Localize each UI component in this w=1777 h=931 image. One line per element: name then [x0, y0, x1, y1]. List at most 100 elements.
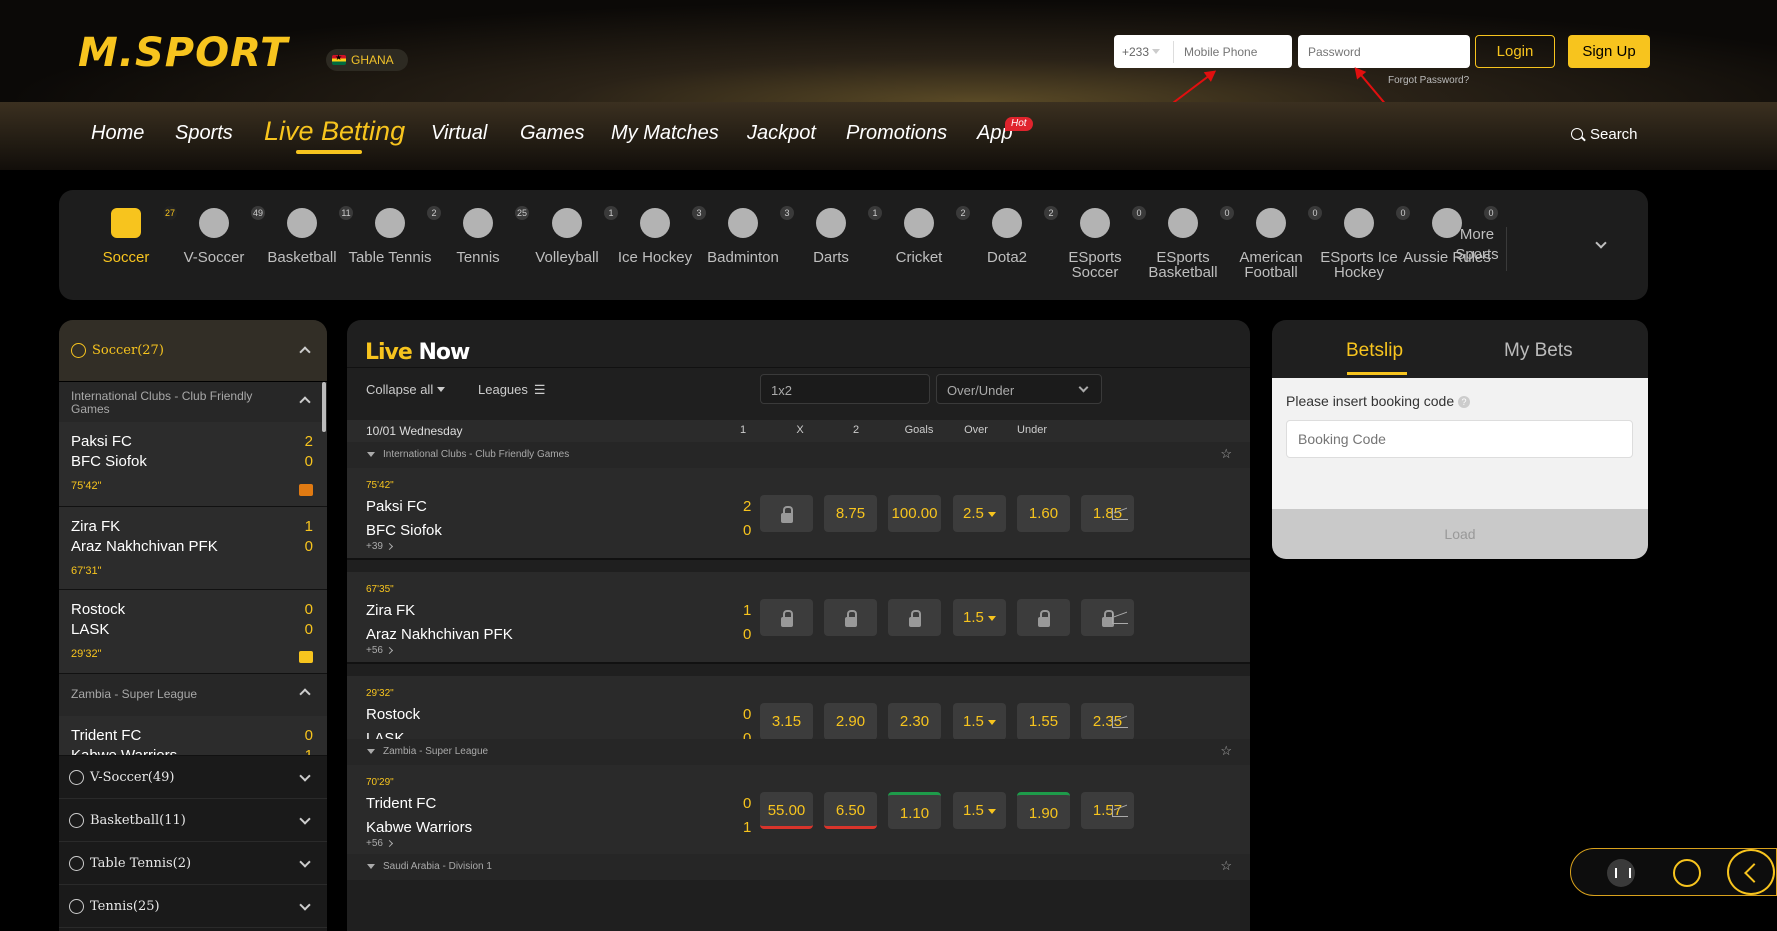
- sidebar-category-table-tennis[interactable]: Table Tennis(2): [59, 842, 327, 885]
- match-row[interactable]: 70'29" Trident FC Kabwe Warriors 0 1 +56 55.00…: [347, 765, 1250, 857]
- odds-button-over[interactable]: 1.60: [1017, 495, 1070, 532]
- sidebar-category-basketball[interactable]: Basketball(11): [59, 799, 327, 842]
- sport-tab-v-soccer[interactable]: 49 V-Soccer: [170, 206, 265, 265]
- nav-my-matches[interactable]: My Matches: [611, 122, 719, 145]
- stats-icon[interactable]: [1607, 859, 1635, 887]
- sport-tab-cricket[interactable]: 2 Cricket: [875, 206, 970, 265]
- market-select-1x2[interactable]: 1x2: [760, 374, 930, 404]
- sport-tab-esports-basketball[interactable]: 0 ESports Basketball: [1139, 206, 1234, 280]
- sport-tab-badminton[interactable]: 3 Badminton: [699, 206, 794, 265]
- signup-button[interactable]: Sign Up: [1568, 35, 1650, 68]
- locked-odds-button[interactable]: [760, 599, 813, 636]
- sport-tab-ice-hockey[interactable]: 3 Ice Hockey: [611, 206, 706, 265]
- sport-tab-volleyball[interactable]: 1 Volleyball: [523, 206, 618, 265]
- locked-odds-button[interactable]: [888, 599, 941, 636]
- locked-odds-button[interactable]: [760, 495, 813, 532]
- password-input[interactable]: [1298, 44, 1458, 59]
- more-markets-link[interactable]: +56: [366, 838, 394, 849]
- booking-code-input[interactable]: [1286, 420, 1633, 458]
- stats-chart-icon[interactable]: [1112, 612, 1128, 624]
- sport-tab-american-football[interactable]: 0 American Football: [1227, 206, 1322, 280]
- goals-line-select[interactable]: 2.5: [953, 495, 1006, 532]
- match-row[interactable]: 75'42" Paksi FC BFC Siofok 2 0 +39 8.75 100.00 2…: [347, 468, 1250, 560]
- top-header: M.SPORT GHANA +233 Login Sign Up Forgot …: [0, 0, 1777, 102]
- stats-chart-icon[interactable]: [1112, 508, 1128, 520]
- sidebar-soccer-header[interactable]: Soccer(27): [59, 320, 327, 382]
- sidebar-category-v-soccer[interactable]: V-Soccer(49): [59, 756, 327, 799]
- odds-button-o2[interactable]: 100.00: [888, 495, 941, 532]
- help-icon[interactable]: ?: [1458, 396, 1470, 409]
- odds-value: 1.10: [899, 805, 930, 822]
- customer-support-icon[interactable]: [1673, 859, 1701, 887]
- login-button[interactable]: Login: [1475, 35, 1555, 68]
- sport-tab-tennis[interactable]: 25 Tennis: [434, 206, 529, 266]
- sport-tab-esports-ice-hockey[interactable]: 0 ESports Ice Hockey: [1315, 206, 1410, 280]
- sidebar-match[interactable]: Paksi FC BFC Siofok 2 0 75'42": [59, 422, 327, 507]
- league-header[interactable]: International Clubs - Club Friendly Game…: [347, 442, 1250, 468]
- sidebar-match[interactable]: Trident FC Kabwe Warriors 0 1: [59, 716, 327, 756]
- more-markets-link[interactable]: +56: [366, 645, 394, 656]
- sport-tab-esports-soccer[interactable]: 0 ESports Soccer: [1051, 206, 1146, 280]
- odds-button-ox[interactable]: 8.75: [824, 495, 877, 532]
- tab-my-bets[interactable]: My Bets: [1504, 340, 1573, 362]
- load-button[interactable]: Load: [1272, 509, 1648, 559]
- market-select-over-under[interactable]: Over/Under: [936, 374, 1102, 404]
- stats-chart-icon[interactable]: [1112, 716, 1128, 728]
- sidebar-league-header[interactable]: Zambia - Super League: [59, 674, 327, 716]
- nav-sports[interactable]: Sports: [175, 122, 233, 145]
- sport-tab-darts[interactable]: 1 Darts: [787, 206, 882, 265]
- sport-label: Tennis: [456, 249, 500, 266]
- sidebar-category-tennis[interactable]: Tennis(25): [59, 885, 327, 928]
- nav-jackpot[interactable]: Jackpot: [747, 122, 816, 145]
- nav-virtual[interactable]: Virtual: [431, 122, 487, 145]
- more-markets-link[interactable]: +39: [366, 541, 394, 552]
- favorite-star-icon[interactable]: ☆: [1220, 743, 1232, 759]
- odds-button-o2[interactable]: 1.10: [888, 792, 941, 829]
- collapse-all-button[interactable]: Collapse all: [366, 382, 446, 397]
- stats-chart-icon[interactable]: [1112, 805, 1128, 817]
- nav-games[interactable]: Games: [520, 122, 584, 145]
- phone-prefix-select[interactable]: +233: [1114, 40, 1174, 63]
- league-header[interactable]: Saudi Arabia - Division 1 ☆: [347, 854, 1250, 880]
- goals-line-select[interactable]: 1.5: [953, 792, 1006, 829]
- favorite-star-icon[interactable]: ☆: [1220, 446, 1232, 462]
- mobile-phone-input[interactable]: [1174, 44, 1284, 59]
- odds-button-o2[interactable]: 2.30: [888, 703, 941, 740]
- nav-promotions[interactable]: Promotions: [846, 122, 947, 145]
- sidebar-match[interactable]: Rostock LASK 0 0 29'32": [59, 590, 327, 674]
- more-sports-button[interactable]: More Sports: [1447, 225, 1507, 265]
- sidebar-league-header[interactable]: International Clubs - Club Friendly Game…: [59, 382, 327, 422]
- locked-odds-button[interactable]: [1017, 599, 1070, 636]
- odds-button-o1[interactable]: 3.15: [760, 703, 813, 740]
- goals-line-select[interactable]: 1.5: [953, 703, 1006, 740]
- odds-button-over[interactable]: 1.55: [1017, 703, 1070, 740]
- nav-live-betting[interactable]: Live Betting: [264, 116, 405, 147]
- league-header[interactable]: Zambia - Super League ☆: [347, 739, 1250, 765]
- forgot-password-link[interactable]: Forgot Password?: [1388, 75, 1469, 86]
- country-selector[interactable]: GHANA: [326, 49, 408, 71]
- away-team: BFC Siofok: [366, 522, 442, 539]
- sport-tab-table-tennis[interactable]: 2 Table Tennis: [346, 206, 441, 265]
- tab-betslip[interactable]: Betslip: [1346, 340, 1403, 362]
- goals-line-select[interactable]: 1.5: [953, 599, 1006, 636]
- goals-line-value: 2.5: [962, 505, 984, 522]
- sidebar-match[interactable]: Zira FK Araz Nakhchivan PFK 1 0 67'31": [59, 507, 327, 590]
- sport-tab-soccer[interactable]: 27 Soccer: [82, 206, 177, 265]
- sport-tab-basketball[interactable]: 11 Basketball: [258, 206, 353, 265]
- favorite-star-icon[interactable]: ☆: [1220, 858, 1232, 874]
- msport-logo[interactable]: M.SPORT: [78, 30, 288, 76]
- sidebar-scrollbar[interactable]: [322, 382, 326, 432]
- odds-button-o1[interactable]: 55.00: [760, 792, 813, 829]
- nav-home[interactable]: Home: [91, 122, 144, 145]
- match-time: 75'42": [366, 480, 394, 491]
- leagues-filter-button[interactable]: Leagues ☰: [478, 382, 546, 398]
- search-button[interactable]: Search: [1570, 126, 1638, 143]
- odds-button-over[interactable]: 1.90: [1017, 792, 1070, 829]
- odds-button-ox[interactable]: 6.50: [824, 792, 877, 829]
- chevron-left-icon[interactable]: [1727, 849, 1775, 895]
- locked-odds-button[interactable]: [824, 599, 877, 636]
- leagues-label: Leagues: [478, 382, 528, 397]
- odds-button-ox[interactable]: 2.90: [824, 703, 877, 740]
- match-row[interactable]: 67'35" Zira FK Araz Nakhchivan PFK 1 0 +56 1.5: [347, 572, 1250, 664]
- sport-tab-dota2[interactable]: 2 Dota2: [963, 206, 1058, 265]
